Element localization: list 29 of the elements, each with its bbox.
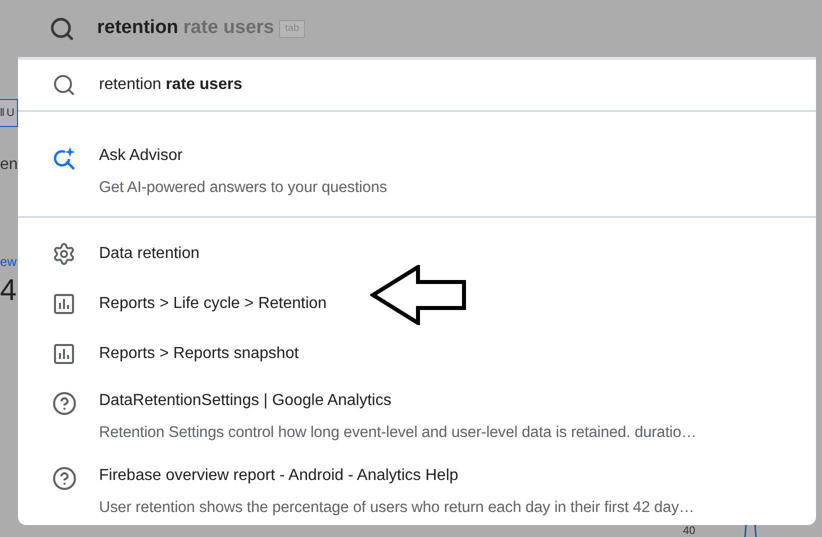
dropdown-item[interactable]: Reports > Reports snapshot	[18, 329, 816, 379]
item-subtitle: Retention Settings control how long event-level and user-level data is retained. duratio…	[99, 422, 697, 443]
item-title: Firebase overview report - Android - Analytics Help	[99, 466, 460, 486]
item-title: Data retention	[99, 244, 200, 264]
item-title: Reports > Reports snapshot	[99, 344, 299, 364]
gear-icon	[52, 242, 76, 266]
dropdown-item[interactable]: DataRetentionSettings | Google Analytics Retention Settings control how long event-level and user-level data is retained. duratio…	[18, 379, 816, 454]
item-title: Ask Advisor	[99, 146, 184, 166]
background-heading: en	[0, 157, 18, 173]
dropdown-item[interactable]: Data retention	[18, 229, 816, 279]
bar-chart-icon	[52, 342, 76, 366]
search-completion: rate users	[183, 16, 274, 40]
search-query: retention	[97, 16, 178, 40]
item-subtitle: User retention shows the percentage of users who return each day in their first 42 day…	[99, 498, 694, 518]
search-icon	[52, 73, 76, 97]
bar-chart-icon	[52, 292, 76, 316]
dropdown-item[interactable]: retention rate users	[18, 60, 816, 110]
help-icon	[52, 466, 76, 491]
background-number: 4	[0, 276, 18, 306]
sparkle-search-icon	[51, 146, 77, 172]
dropdown-item[interactable]: Ask Advisor Get AI-powered answers to your questions	[18, 134, 816, 209]
dropdown-item[interactable]: Reports > Life cycle > Retention	[18, 279, 816, 329]
item-title: DataRetentionSettings | Google Analytics	[99, 390, 392, 411]
help-icon	[52, 391, 76, 416]
item-title: retention rate users	[99, 75, 242, 95]
item-subtitle: Get AI-powered answers to your questions	[99, 178, 388, 198]
item-title: Reports > Life cycle > Retention	[99, 294, 327, 314]
search-icon	[49, 16, 75, 42]
axis-label: 40	[683, 526, 696, 537]
